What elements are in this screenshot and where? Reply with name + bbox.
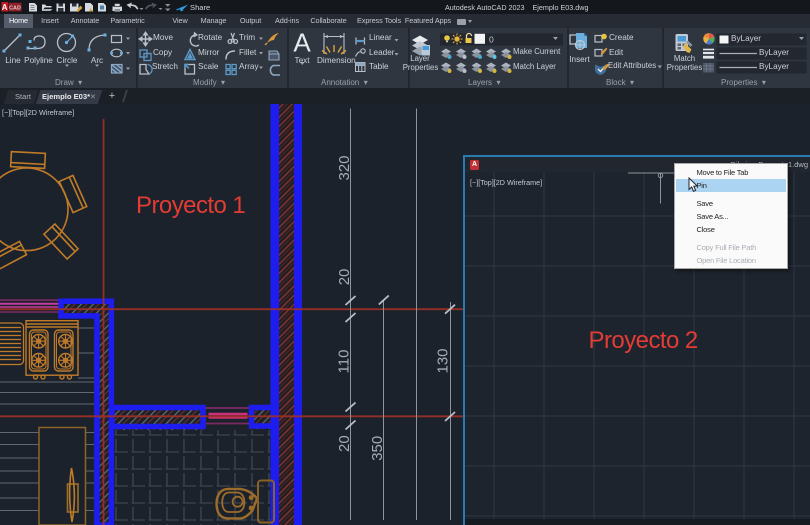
svg-text:350: 350 xyxy=(369,436,386,461)
svg-text:320: 320 xyxy=(336,155,353,180)
svg-text:110: 110 xyxy=(336,350,353,374)
svg-text:130: 130 xyxy=(435,348,452,373)
svg-text:20: 20 xyxy=(336,435,353,452)
svg-text:20: 20 xyxy=(336,269,353,286)
